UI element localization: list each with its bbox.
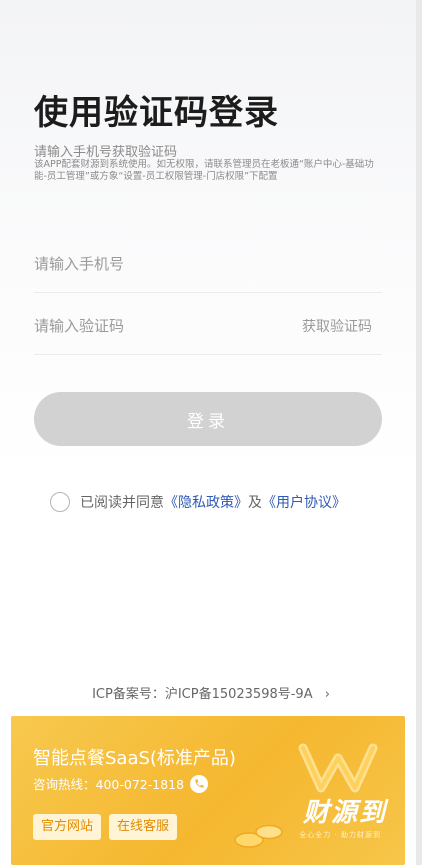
banner-hotline: 咨询热线：400-072-1818 (33, 774, 209, 793)
phone-icon (190, 774, 209, 793)
banner-title: 智能点餐SaaS(标准产品) (33, 748, 236, 769)
brand-name: 财源到 (302, 798, 387, 828)
phone-input[interactable] (34, 248, 274, 280)
online-service-button[interactable]: 在线客服 (109, 814, 178, 840)
chevron-right-icon: › (324, 687, 330, 702)
agreement-and: 及 (248, 495, 262, 511)
brand-slogan: 全心全力 · 助力财源到 (299, 831, 381, 839)
user-agreement-link[interactable]: 《用户协议》 (262, 492, 346, 512)
agreement-radio[interactable] (50, 492, 70, 512)
agreement-row: 已阅读并同意 《隐私政策》 及 《用户协议》 (50, 490, 346, 514)
permission-notice: 该APP配套财源到系统使用。如无权限，请联系管理员在老板通“账户中心-基础功能-… (34, 159, 374, 182)
icp-record-link[interactable]: ICP备案号：沪ICP备15023598号-9A › (0, 683, 422, 702)
banner-buttons: 官方网站 在线客服 (33, 814, 178, 840)
code-field-row: 获取验证码 (34, 298, 382, 355)
coins-icon (234, 824, 283, 848)
official-website-button[interactable]: 官方网站 (33, 814, 102, 840)
icp-text: ICP备案号：沪ICP备15023598号-9A (92, 687, 313, 702)
privacy-policy-link[interactable]: 《隐私政策》 (164, 492, 248, 512)
get-code-button[interactable]: 获取验证码 (302, 316, 372, 336)
login-button[interactable]: 登录 (34, 392, 382, 446)
phone-field-row (34, 236, 382, 293)
brand-logo-icon (298, 743, 378, 793)
scrollbar-track (416, 0, 422, 865)
promo-banner[interactable]: 智能点餐SaaS(标准产品) 咨询热线：400-072-1818 官方网站 在线… (11, 716, 405, 865)
agreement-prefix: 已阅读并同意 (80, 495, 164, 511)
verification-code-input[interactable] (34, 310, 274, 342)
hotline-text: 咨询热线：400-072-1818 (33, 777, 185, 792)
page-subtitle: 请输入手机号获取验证码 (34, 145, 178, 160)
page-title: 使用验证码登录 (34, 93, 279, 133)
